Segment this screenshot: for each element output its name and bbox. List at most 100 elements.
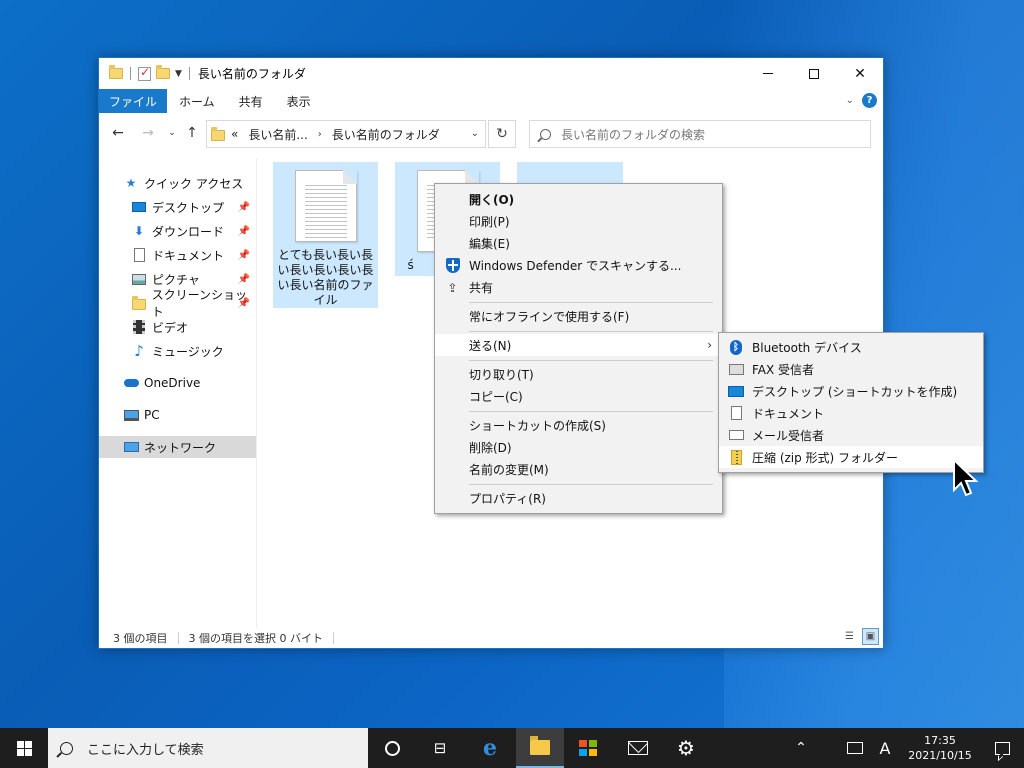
cortana-button[interactable] — [368, 728, 416, 768]
help-icon[interactable]: ? — [862, 93, 877, 108]
edge-button[interactable]: e — [466, 728, 514, 768]
forward-button[interactable]: → — [139, 124, 157, 142]
back-button[interactable]: ← — [109, 124, 127, 142]
pin-icon[interactable]: 📌 — [238, 250, 250, 261]
show-hidden-icons-button[interactable]: ⌃ — [786, 728, 816, 768]
chevron-down-icon[interactable]: ⌄ — [471, 128, 479, 139]
download-icon: ⬇ — [133, 224, 145, 238]
pin-icon[interactable]: 📌 — [238, 298, 250, 309]
document-icon — [728, 405, 744, 421]
menu-item-defender-scan[interactable]: Windows Defender でスキャンする... — [435, 254, 722, 276]
menu-label: ドキュメント — [752, 406, 825, 421]
details-view-button[interactable]: ☰ — [841, 628, 858, 645]
menu-label: Bluetooth デバイス — [752, 340, 862, 355]
send-to-bluetooth[interactable]: ᛒ Bluetooth デバイス — [719, 336, 983, 358]
nav-desktop[interactable]: デスクトップ 📌 — [99, 196, 256, 218]
menu-item-copy[interactable]: コピー(C) — [435, 385, 722, 407]
pin-icon[interactable]: 📌 — [238, 226, 250, 237]
menu-label: 印刷(P) — [469, 214, 510, 229]
breadcrumb-current[interactable]: 長い名前のフォルダ — [332, 126, 440, 143]
menu-item-cut[interactable]: 切り取り(T) — [435, 363, 722, 385]
close-button[interactable]: ✕ — [837, 58, 883, 89]
clock[interactable]: 17:35 2021/10/15 — [900, 733, 980, 763]
nav-pc[interactable]: PC — [99, 404, 256, 426]
share-icon: ⇪ — [447, 280, 458, 295]
zip-folder-icon — [728, 449, 744, 465]
action-center-button[interactable] — [980, 728, 1024, 768]
menu-item-always-offline[interactable]: 常にオフラインで使用する(F) — [435, 305, 722, 327]
properties-icon[interactable] — [138, 65, 151, 81]
taskbar-search-input[interactable]: ここに入力して検索 — [48, 728, 368, 768]
menu-item-edit[interactable]: 編集(E) — [435, 232, 722, 254]
new-folder-icon[interactable] — [156, 65, 170, 79]
nav-quick-access[interactable]: ★ クイック アクセス — [99, 172, 256, 194]
nav-label: ドキュメント — [152, 248, 225, 263]
divider — [177, 632, 179, 644]
menu-item-print[interactable]: 印刷(P) — [435, 210, 722, 232]
menu-item-create-shortcut[interactable]: ショートカットの作成(S) — [435, 414, 722, 436]
ribbon-tabs: ファイル ホーム 共有 表示 ⌄ ? — [99, 89, 883, 113]
start-button[interactable] — [0, 728, 48, 768]
store-button[interactable] — [564, 728, 612, 768]
send-to-mail[interactable]: メール受信者 — [719, 424, 983, 446]
refresh-button[interactable]: ↻ — [488, 120, 516, 148]
nav-videos[interactable]: ビデオ — [99, 316, 256, 338]
pin-icon[interactable]: 📌 — [238, 202, 250, 213]
menu-label: FAX 受信者 — [752, 362, 815, 377]
navigation-pane: ★ クイック アクセス デスクトップ 📌 ⬇ ダウンロード 📌 ドキュメント 📌… — [99, 158, 257, 628]
nav-onedrive[interactable]: OneDrive — [99, 372, 256, 394]
selection-info: 3 個の項目を選択 0 バイト — [188, 632, 324, 645]
nav-label: PC — [144, 408, 160, 422]
tab-share[interactable]: 共有 — [227, 89, 275, 113]
send-to-zip-folder[interactable]: 圧縮 (zip 形式) フォルダー — [719, 446, 983, 468]
customize-toolbar-icon[interactable]: ▼ — [175, 69, 182, 79]
mail-button[interactable] — [614, 728, 662, 768]
file-explorer-button[interactable] — [516, 728, 564, 768]
windows-logo-icon — [16, 740, 32, 756]
search-icon — [60, 741, 73, 755]
large-icons-view-button[interactable]: ▣ — [862, 628, 879, 645]
ime-button[interactable]: A — [870, 728, 900, 768]
up-button[interactable]: ↑ — [183, 124, 201, 142]
nav-downloads[interactable]: ⬇ ダウンロード 📌 — [99, 220, 256, 242]
send-to-desktop[interactable]: デスクトップ (ショートカットを作成) — [719, 380, 983, 402]
settings-button[interactable]: ⚙ — [662, 728, 710, 768]
nav-label: クイック アクセス — [144, 176, 244, 191]
folder-icon — [131, 296, 147, 310]
nav-network[interactable]: ネットワーク — [99, 436, 256, 458]
tab-file[interactable]: ファイル — [99, 89, 168, 113]
nav-screenshots[interactable]: スクリーンショット 📌 — [99, 288, 256, 319]
divider — [130, 67, 131, 80]
send-to-fax[interactable]: FAX 受信者 — [719, 358, 983, 380]
pc-icon — [123, 408, 139, 422]
recent-locations-button[interactable]: ⌄ — [163, 124, 181, 142]
minimize-button[interactable] — [745, 58, 791, 89]
menu-label: コピー(C) — [469, 389, 523, 404]
file-item[interactable]: とても長い長い長い長い長い長い長い長い名前のファイル — [273, 162, 378, 308]
menu-item-send-to[interactable]: 送る(N) › — [435, 334, 722, 356]
menu-item-delete[interactable]: 削除(D) — [435, 436, 722, 458]
tab-view[interactable]: 表示 — [275, 89, 323, 113]
menu-label: 共有 — [469, 280, 494, 295]
nav-music[interactable]: ♪ ミュージック — [99, 340, 256, 362]
chevron-right-icon[interactable]: › — [318, 129, 322, 140]
task-view-button[interactable]: ⊟ — [416, 728, 464, 768]
expand-ribbon-icon[interactable]: ⌄ — [846, 95, 854, 106]
tab-home[interactable]: ホーム — [167, 89, 227, 113]
breadcrumb-parent[interactable]: 長い名前... — [248, 126, 307, 143]
menu-item-properties[interactable]: プロパティ(R) — [435, 487, 722, 509]
edge-icon: e — [483, 735, 497, 761]
address-bar[interactable]: « 長い名前... › 長い名前のフォルダ ⌄ — [206, 120, 486, 148]
folder-icon[interactable] — [109, 65, 123, 79]
search-input[interactable]: 長い名前のフォルダの検索 — [529, 120, 871, 148]
menu-separator — [469, 360, 713, 361]
maximize-button[interactable] — [791, 58, 837, 89]
send-to-documents[interactable]: ドキュメント — [719, 402, 983, 424]
nav-documents[interactable]: ドキュメント 📌 — [99, 244, 256, 266]
menu-item-rename[interactable]: 名前の変更(M) — [435, 458, 722, 480]
menu-item-share[interactable]: ⇪ 共有 — [435, 276, 722, 298]
network-button[interactable] — [840, 728, 870, 768]
breadcrumb-overflow[interactable]: « — [231, 127, 238, 141]
pin-icon[interactable]: 📌 — [238, 274, 250, 285]
menu-item-open[interactable]: 開く(O) — [435, 188, 722, 210]
